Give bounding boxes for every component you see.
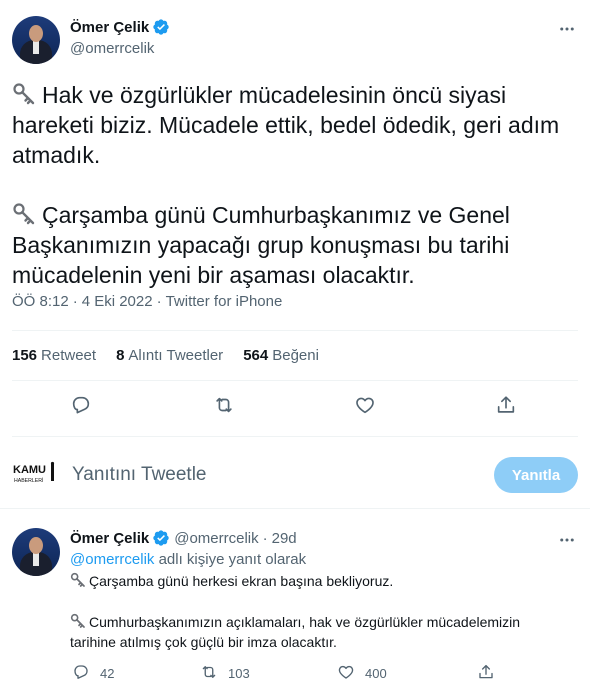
retweet-icon[interactable] bbox=[213, 394, 237, 418]
tweet-text: Hak ve özgürlükler mücadelesinin öncü si… bbox=[12, 80, 572, 290]
reply-author-row: Ömer Çelik @omerrcelik · 29d bbox=[70, 529, 297, 547]
more-icon[interactable] bbox=[556, 529, 578, 551]
reply-replies-count: 42 bbox=[100, 666, 115, 681]
author-handle-row[interactable]: @omerrcelik bbox=[70, 40, 154, 57]
tweet-source[interactable]: Twitter for iPhone bbox=[166, 293, 283, 310]
author-avatar[interactable] bbox=[12, 16, 60, 64]
reply-line-1-text: Çarşamba günü herkesi ekran başına bekli… bbox=[89, 573, 394, 589]
divider bbox=[12, 380, 578, 381]
key-icon bbox=[12, 202, 36, 226]
reply-composer: KAMU HABERLERİ Yanıtını Tweetle Yanıtla bbox=[12, 455, 578, 495]
retweet-icon[interactable] bbox=[200, 663, 218, 684]
like-icon[interactable] bbox=[337, 663, 355, 684]
tweet-actions bbox=[0, 392, 590, 422]
reply-button[interactable]: Yanıtla bbox=[494, 457, 578, 493]
divider bbox=[0, 508, 590, 509]
reply-tweet[interactable]: Ömer Çelik @omerrcelik · 29d @omerrcelik… bbox=[0, 520, 590, 697]
kamu-haberleri-logo: KAMU HABERLERİ bbox=[12, 461, 60, 487]
replying-to: @omerrcelik adlı kişiye yanıt olarak bbox=[70, 550, 570, 570]
reply-retweets-count: 103 bbox=[228, 666, 250, 681]
tweet-meta: ÖÖ 8:12 · 4 Eki 2022 · Twitter for iPhone bbox=[12, 293, 282, 310]
reply-line-1: Çarşamba günü herkesi ekran başına bekli… bbox=[70, 571, 570, 591]
meta-separator: · bbox=[156, 293, 162, 310]
tweet-date[interactable]: 4 Eki 2022 bbox=[82, 293, 153, 310]
tweet-stats: 156 Retweet 8 Alıntı Tweetler 564 Beğeni bbox=[12, 347, 319, 364]
quotes-label: Alıntı Tweetler bbox=[128, 347, 224, 364]
replying-to-suffix: adlı kişiye yanıt olarak bbox=[158, 551, 307, 568]
author-name-row[interactable]: Ömer Çelik bbox=[70, 18, 170, 36]
tweet-paragraph-2-text: Çarşamba günü Cumhurbaşkanımız ve Genel … bbox=[12, 202, 510, 288]
share-icon[interactable] bbox=[495, 394, 519, 418]
like-icon[interactable] bbox=[354, 394, 378, 418]
retweets-count: 156 bbox=[12, 347, 38, 364]
likes-label: Beğeni bbox=[272, 347, 319, 364]
reply-line-2-text: Cumhurbaşkanımızın açıklamaları, hak ve … bbox=[70, 614, 521, 650]
retweets-label: Retweet bbox=[41, 347, 97, 364]
retweets-stat[interactable]: 156 Retweet bbox=[12, 347, 96, 364]
reply-icon[interactable] bbox=[70, 394, 94, 418]
author-handle[interactable]: @omerrcelik bbox=[70, 40, 154, 57]
divider bbox=[12, 436, 578, 437]
verified-icon bbox=[152, 18, 170, 36]
reply-icon[interactable] bbox=[72, 663, 90, 684]
key-icon bbox=[70, 572, 86, 588]
reply-share-button[interactable] bbox=[477, 663, 495, 684]
reply-actions: 42 103 400 bbox=[70, 663, 570, 685]
reply-likes-count: 400 bbox=[365, 666, 387, 681]
tweet-paragraph-1: Hak ve özgürlükler mücadelesinin öncü si… bbox=[12, 80, 572, 170]
quotes-count: 8 bbox=[116, 347, 125, 364]
likes-count: 564 bbox=[243, 347, 269, 364]
reply-retweet-button[interactable]: 103 bbox=[200, 663, 250, 684]
reply-reply-button[interactable]: 42 bbox=[72, 663, 114, 684]
reply-like-button[interactable]: 400 bbox=[337, 663, 387, 684]
key-icon bbox=[12, 82, 36, 106]
meta-separator: · bbox=[72, 293, 78, 310]
key-icon bbox=[70, 613, 86, 629]
logo-text-bottom: HABERLERİ bbox=[14, 477, 43, 484]
reply-author-handle[interactable]: @omerrcelik bbox=[174, 530, 258, 547]
likes-stat[interactable]: 564 Beğeni bbox=[243, 347, 319, 364]
tweet-paragraph-2: Çarşamba günü Cumhurbaşkanımız ve Genel … bbox=[12, 200, 572, 290]
reply-separator: · bbox=[262, 529, 268, 547]
verified-icon bbox=[152, 529, 170, 547]
logo-text-top: KAMU bbox=[13, 464, 46, 476]
share-icon[interactable] bbox=[477, 663, 495, 684]
tweet-time[interactable]: ÖÖ 8:12 bbox=[12, 293, 69, 310]
reply-age[interactable]: 29d bbox=[272, 530, 297, 547]
tweet-paragraph-1-text: Hak ve özgürlükler mücadelesinin öncü si… bbox=[12, 82, 560, 168]
quotes-stat[interactable]: 8 Alıntı Tweetler bbox=[116, 347, 223, 364]
author-display-name[interactable]: Ömer Çelik bbox=[70, 19, 149, 36]
replying-to-handle[interactable]: @omerrcelik bbox=[70, 551, 154, 568]
more-icon[interactable] bbox=[556, 18, 578, 40]
reply-input[interactable]: Yanıtını Tweetle bbox=[72, 464, 207, 486]
reply-author-display-name[interactable]: Ömer Çelik bbox=[70, 530, 149, 547]
divider bbox=[12, 330, 578, 331]
reply-author-avatar[interactable] bbox=[12, 528, 60, 576]
reply-line-2: Cumhurbaşkanımızın açıklamaları, hak ve … bbox=[70, 612, 560, 652]
